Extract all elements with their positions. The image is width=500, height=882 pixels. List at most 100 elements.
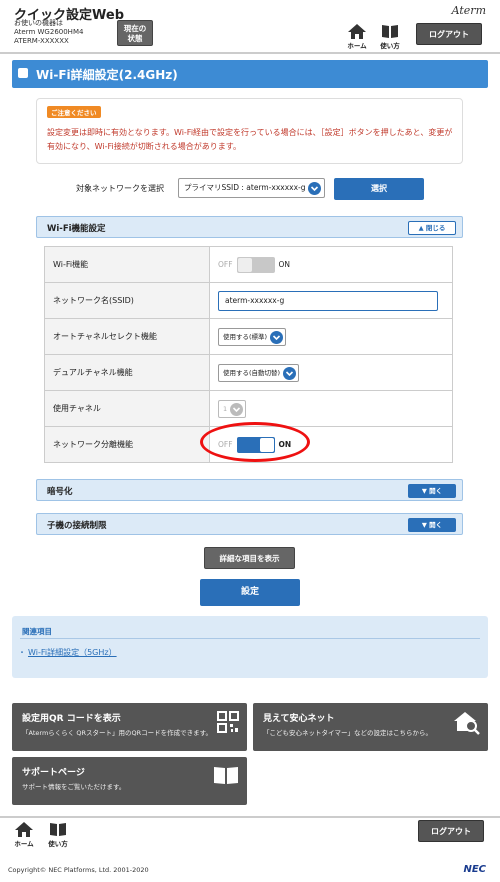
- wifi-function-label: Wi-Fi機能: [44, 246, 210, 283]
- network-separation-label: ネットワーク分離機能: [44, 426, 210, 463]
- dual-channel-value: 使用する(自動切替): [223, 368, 281, 377]
- highlight-circle: [200, 422, 310, 462]
- qr-code-icon: [217, 711, 239, 733]
- ssid-input[interactable]: aterm-xxxxxx-g: [218, 290, 438, 311]
- chevron-down-icon: [308, 182, 321, 195]
- howto-button[interactable]: 使い方: [378, 24, 402, 50]
- house-search-icon: [454, 712, 480, 735]
- device-name: ATERM-XXXXXX: [14, 37, 69, 45]
- page-title: Wi-Fi詳細設定(2.4GHz): [36, 68, 178, 82]
- table-row: 使用チャネル 1: [44, 390, 453, 427]
- status-button-label-2: 状態: [127, 34, 143, 43]
- footer-howto-button[interactable]: 使い方: [46, 822, 70, 848]
- qr-tile-desc: 「Atermらくらく QRスタート」用のQRコードを作成できます。: [22, 729, 212, 737]
- table-row: オートチャネルセレクト機能 使用する(標準): [44, 318, 453, 355]
- table-row: ネットワーク名(SSID) aterm-xxxxxx-g: [44, 282, 453, 319]
- connection-restriction-section-title: 子機の接続制限: [47, 521, 107, 531]
- auto-channel-dropdown[interactable]: 使用する(標準): [218, 327, 287, 346]
- book-icon: [50, 823, 66, 836]
- footer-howto-label: 使い方: [48, 840, 68, 848]
- ssid-cell: aterm-xxxxxx-g: [209, 282, 453, 319]
- close-section-label: 閉じる: [425, 224, 446, 232]
- book-icon: [382, 25, 398, 38]
- support-tile-title: サポートページ: [22, 768, 85, 778]
- nec-logo: NEC: [463, 864, 486, 875]
- related-divider: [20, 638, 480, 639]
- ssid-label: ネットワーク名(SSID): [44, 282, 210, 319]
- safety-net-tile[interactable]: 見えて安心ネット 「こども安心ネットタイマー」などの設定はこちらから。: [253, 703, 488, 751]
- open-encryption-button[interactable]: ▼ 開く: [408, 484, 456, 498]
- notice-box: ご注意ください 設定変更は即時に有効となります。Wi-Fi経由で設定を行っている…: [36, 98, 463, 164]
- table-row: Wi-Fi機能 OFF ON: [44, 246, 453, 283]
- copyright-text: Copyright© NEC Platforms, Ltd. 2001-2020: [8, 866, 149, 874]
- apply-settings-button[interactable]: 設定: [200, 579, 300, 606]
- home-icon: [348, 24, 366, 39]
- support-page-tile[interactable]: サポートページ サポート情報をご覧いただけます。: [12, 757, 247, 805]
- home-icon: [15, 822, 33, 837]
- notice-badge: ご注意ください: [47, 106, 101, 118]
- qr-code-tile[interactable]: 設定用QR コードを表示 「Atermらくらく QRスタート」用のQRコードを作…: [12, 703, 247, 751]
- open-encryption-label: 開く: [429, 487, 443, 495]
- dual-channel-label: デュアルチャネル機能: [44, 354, 210, 391]
- encryption-section-header[interactable]: 暗号化 ▼ 開く: [36, 479, 463, 501]
- safety-tile-desc: 「こども安心ネットタイマー」などの設定はこちらから。: [263, 729, 432, 737]
- chevron-down-icon: ▼: [421, 521, 427, 529]
- select-network-button[interactable]: 選択: [334, 178, 424, 200]
- wifi-on-label: ON: [278, 260, 291, 269]
- auto-channel-label: オートチャネルセレクト機能: [44, 318, 210, 355]
- chevron-up-icon: ▲: [418, 224, 424, 232]
- wifi-off-label: OFF: [218, 260, 233, 269]
- chevron-down-icon: [270, 330, 284, 344]
- wifi-settings-section-header[interactable]: Wi-Fi機能設定 ▲ 閉じる: [36, 216, 463, 238]
- dual-channel-cell: 使用する(自動切替): [209, 354, 453, 391]
- chevron-down-icon: [230, 402, 244, 416]
- footer-home-button[interactable]: ホーム: [12, 822, 36, 848]
- safety-tile-title: 見えて安心ネット: [263, 714, 335, 724]
- open-restriction-label: 開く: [429, 521, 443, 529]
- open-restriction-button[interactable]: ▼ 開く: [408, 518, 456, 532]
- channel-label: 使用チャネル: [44, 390, 210, 427]
- support-tile-desc: サポート情報をご覧いただけます。: [22, 783, 126, 791]
- book-icon: [214, 767, 238, 784]
- page-title-bar: Wi-Fi詳細設定(2.4GHz): [12, 60, 488, 88]
- channel-cell: 1: [209, 390, 453, 427]
- related-items-box: 関連項目 ・ Wi-Fi詳細設定（5GHz）: [12, 616, 488, 678]
- footer-logout-button[interactable]: ログアウト: [418, 820, 484, 842]
- footer-divider: [0, 816, 500, 818]
- wifi-settings-section-title: Wi-Fi機能設定: [47, 224, 106, 234]
- current-status-button[interactable]: 現在の 状態: [117, 20, 153, 46]
- chevron-down-icon: [283, 366, 297, 380]
- close-section-button[interactable]: ▲ 閉じる: [408, 221, 456, 235]
- logout-button[interactable]: ログアウト: [416, 23, 482, 45]
- network-select-dropdown[interactable]: プライマリSSID : aterm-xxxxxx-g: [178, 178, 325, 198]
- wifi-function-toggle[interactable]: [236, 256, 275, 273]
- channel-dropdown: 1: [218, 399, 247, 418]
- chevron-down-icon: ▼: [421, 487, 427, 495]
- qr-tile-title: 設定用QR コードを表示: [22, 714, 121, 724]
- notice-text: 設定変更は即時に有効となります。Wi-Fi経由で設定を行っている場合には、［設定…: [47, 128, 453, 151]
- device-info-label: お使いの機器は: [14, 19, 63, 27]
- header-divider: [0, 52, 500, 54]
- connection-restriction-section-header[interactable]: 子機の接続制限 ▼ 開く: [36, 513, 463, 535]
- encryption-section-title: 暗号化: [47, 487, 73, 497]
- show-details-button[interactable]: 詳細な項目を表示: [204, 547, 295, 569]
- network-select-value: プライマリSSID : aterm-xxxxxx-g: [184, 183, 306, 192]
- home-button[interactable]: ホーム: [345, 24, 369, 50]
- dual-channel-dropdown[interactable]: 使用する(自動切替): [218, 363, 300, 382]
- wifi-function-cell: OFF ON: [209, 246, 453, 283]
- title-square-icon: [18, 68, 28, 78]
- wifi-5ghz-link[interactable]: Wi-Fi詳細設定（5GHz）: [28, 647, 117, 658]
- howto-label: 使い方: [380, 42, 400, 50]
- status-button-label-1: 現在の: [123, 24, 147, 33]
- related-items-title: 関連項目: [22, 627, 52, 636]
- device-model: Aterm WG2600HM4: [14, 28, 84, 36]
- network-select-label: 対象ネットワークを選択: [76, 184, 164, 193]
- auto-channel-cell: 使用する(標準): [209, 318, 453, 355]
- home-label: ホーム: [347, 42, 367, 50]
- auto-channel-value: 使用する(標準): [223, 332, 268, 341]
- aterm-logo: Aterm: [451, 4, 486, 17]
- table-row: デュアルチャネル機能 使用する(自動切替): [44, 354, 453, 391]
- footer-home-label: ホーム: [14, 840, 34, 848]
- bullet-icon: ・: [18, 648, 26, 657]
- channel-value: 1: [223, 404, 228, 413]
